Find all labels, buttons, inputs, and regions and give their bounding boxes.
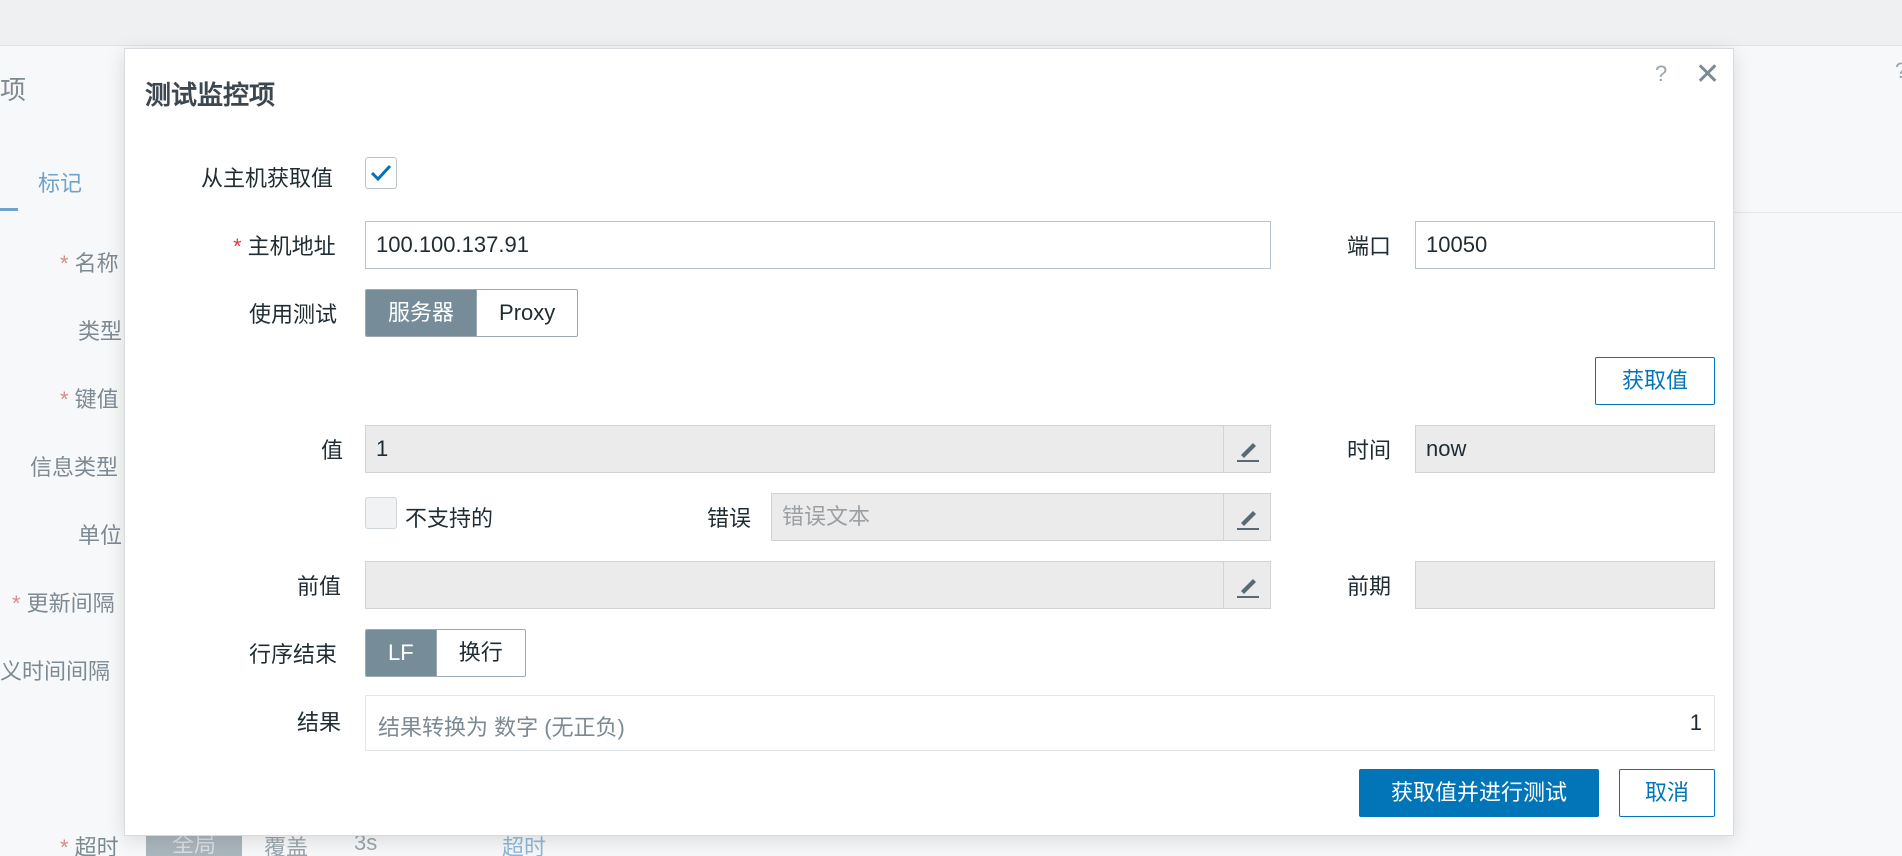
host-address-input[interactable]	[365, 221, 1271, 269]
get-value-button[interactable]: 获取值	[1595, 357, 1715, 405]
not-supported-label: 不支持的	[405, 506, 494, 531]
background-page-title: 项	[0, 75, 27, 105]
value-label: 值	[321, 438, 344, 463]
background-topbar	[0, 0, 1902, 46]
result-value: 1	[1689, 710, 1702, 735]
required-marker: *	[233, 234, 242, 259]
host-address-label: * 主机地址	[233, 234, 336, 259]
background-label-type: 类型	[78, 319, 123, 344]
background-label-update-interval: * 更新间隔	[12, 591, 115, 616]
port-label: 端口	[1347, 234, 1392, 259]
dialog-title: 测试监控项	[145, 80, 276, 110]
get-value-and-test-button[interactable]: 获取值并进行测试	[1359, 769, 1599, 817]
background-tab-underline	[0, 208, 18, 211]
error-label: 错误	[707, 506, 752, 531]
test-with-server-option[interactable]: 服务器	[366, 290, 477, 336]
value-edit-button[interactable]	[1223, 425, 1271, 473]
time-input[interactable]	[1415, 425, 1715, 473]
result-conversion-text: 结果转换为 数字 (无正负)	[378, 715, 625, 740]
eol-lf-option[interactable]: LF	[366, 630, 436, 676]
pencil-icon	[1237, 579, 1259, 598]
close-icon[interactable]: ✕	[1695, 57, 1720, 92]
pencil-icon	[1237, 511, 1259, 530]
test-with-segmented-control: 服务器 Proxy	[365, 289, 579, 337]
background-label-units: 单位	[78, 523, 123, 548]
checkmark-icon	[370, 164, 392, 182]
previous-value-label: 前值	[297, 574, 342, 599]
eol-crlf-option[interactable]: 换行	[435, 630, 525, 676]
test-item-dialog: 测试监控项 ? ✕ 从主机获取值 *主机地址 端口 使用测试 服务器 Proxy…	[124, 48, 1734, 836]
required-marker: *	[60, 835, 69, 856]
previous-value-edit-button[interactable]	[1223, 561, 1271, 609]
pencil-icon	[1237, 443, 1259, 462]
value-input[interactable]	[365, 425, 1225, 473]
background-tab-tags[interactable]: 标记	[38, 166, 82, 198]
background-divider	[1730, 212, 1902, 213]
required-marker: *	[12, 591, 21, 616]
result-box: 结果转换为 数字 (无正负) 1	[365, 695, 1715, 751]
help-icon[interactable]: ?	[1655, 61, 1667, 87]
background-label-timeout: * 超时	[60, 830, 119, 856]
background-label-custom-intervals: 定义时间间隔	[0, 659, 111, 684]
required-marker: *	[60, 251, 69, 276]
eol-segmented-control: LF 换行	[365, 629, 526, 677]
previous-value-input[interactable]	[365, 561, 1225, 609]
result-label: 结果	[297, 710, 342, 735]
get-from-host-checkbox[interactable]	[365, 157, 397, 189]
background-edge-glyph: ?	[1895, 58, 1902, 84]
test-with-proxy-option[interactable]: Proxy	[476, 290, 577, 336]
eol-label: 行序结束	[249, 642, 338, 667]
background-label-key: * 键值	[60, 387, 119, 412]
time-label: 时间	[1347, 438, 1392, 463]
background-label-name: * 名称	[60, 251, 119, 276]
get-from-host-label: 从主机获取值	[201, 166, 334, 191]
not-supported-checkbox[interactable]	[365, 497, 397, 529]
port-input[interactable]	[1415, 221, 1715, 269]
error-edit-button[interactable]	[1223, 493, 1271, 541]
test-with-label: 使用测试	[249, 302, 338, 327]
background-label-info-type: 信息类型	[30, 455, 119, 480]
error-input[interactable]	[771, 493, 1225, 541]
cancel-button[interactable]: 取消	[1619, 769, 1715, 817]
previous-time-input[interactable]	[1415, 561, 1715, 609]
previous-time-label: 前期	[1347, 574, 1392, 599]
required-marker: *	[60, 387, 69, 412]
